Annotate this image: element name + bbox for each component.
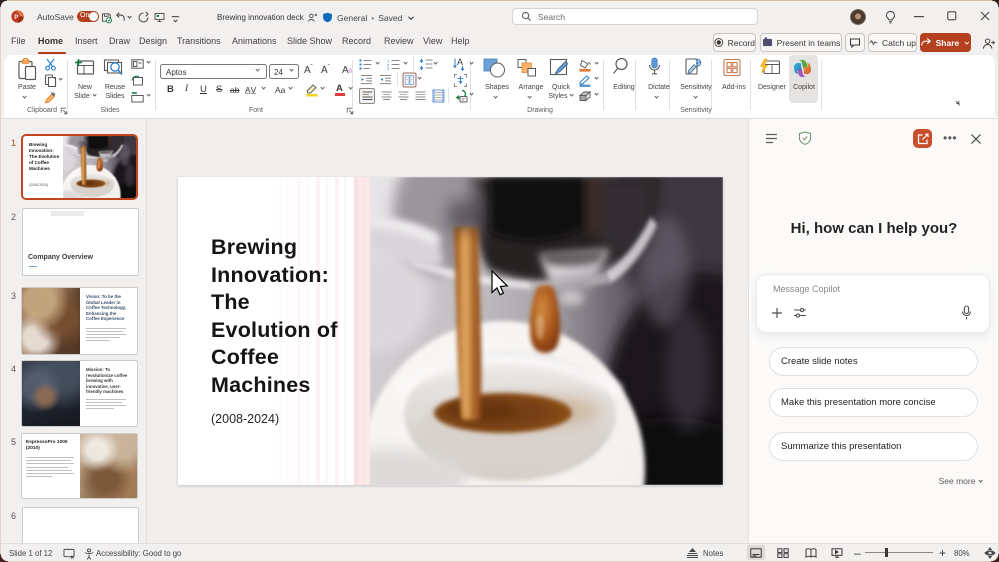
svg-text:P: P — [14, 14, 18, 21]
svg-text:3: 3 — [387, 66, 390, 70]
svg-text:A: A — [457, 57, 463, 67]
